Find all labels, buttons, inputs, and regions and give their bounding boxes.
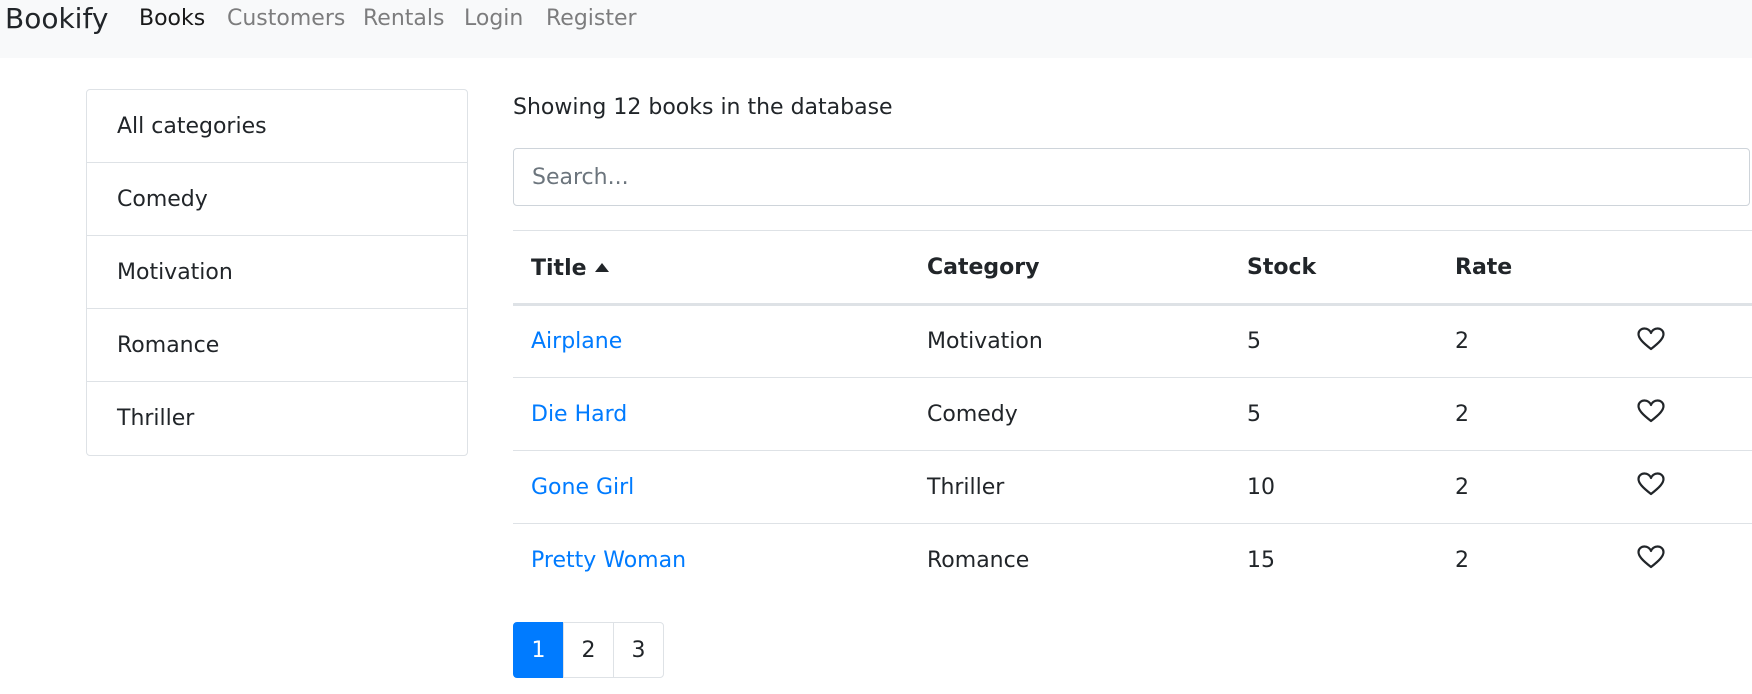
books-table: Title Category Stock Rate Airplane Motiv… bbox=[513, 230, 1752, 597]
column-header-like bbox=[1619, 230, 1752, 306]
category-romance[interactable]: Romance bbox=[87, 309, 467, 382]
book-stock: 10 bbox=[1229, 450, 1437, 524]
heart-icon[interactable] bbox=[1637, 545, 1665, 575]
category-comedy[interactable]: Comedy bbox=[87, 163, 467, 236]
caret-up-icon bbox=[594, 253, 609, 278]
nav-link-books[interactable]: Books bbox=[139, 5, 205, 33]
heart-icon[interactable] bbox=[1637, 472, 1665, 502]
book-rate: 2 bbox=[1437, 450, 1619, 524]
column-header-rate[interactable]: Rate bbox=[1437, 230, 1619, 306]
table-row: Die Hard Comedy 5 2 bbox=[513, 377, 1752, 451]
category-all[interactable]: All categories bbox=[87, 90, 467, 163]
column-header-title[interactable]: Title bbox=[513, 230, 909, 306]
book-stock: 15 bbox=[1247, 547, 1275, 573]
table-row: Gone Girl Thriller 10 2 bbox=[513, 450, 1752, 524]
column-header-category[interactable]: Category bbox=[909, 230, 1229, 306]
heart-icon[interactable] bbox=[1637, 326, 1665, 357]
book-title-link[interactable]: Gone Girl bbox=[531, 475, 634, 500]
page-button-3[interactable]: 3 bbox=[613, 622, 664, 678]
page-button-1[interactable]: 1 bbox=[513, 622, 564, 678]
book-category: Thriller bbox=[909, 450, 1229, 524]
column-header-title-label: Title bbox=[531, 256, 587, 281]
book-title-link[interactable]: Die Hard bbox=[531, 402, 627, 427]
book-category: Romance bbox=[927, 547, 1030, 573]
book-rate: 2 bbox=[1455, 547, 1469, 573]
book-category: Motivation bbox=[909, 304, 1229, 378]
navbar: Bookify Books Customers Rentals Login Re… bbox=[0, 0, 1752, 58]
nav-link-register[interactable]: Register bbox=[546, 5, 637, 33]
nav-link-customers[interactable]: Customers bbox=[227, 5, 345, 33]
heart-icon[interactable] bbox=[1637, 399, 1665, 429]
table-header-row: Title Category Stock Rate bbox=[513, 230, 1752, 306]
table-row: Pretty Woman Romance 15 2 bbox=[513, 524, 1752, 597]
book-title-link[interactable]: Airplane bbox=[531, 329, 622, 354]
category-motivation[interactable]: Motivation bbox=[87, 236, 467, 309]
search-input[interactable] bbox=[513, 148, 1750, 206]
category-list: All categories Comedy Motivation Romance… bbox=[86, 89, 468, 456]
book-rate: 2 bbox=[1437, 377, 1619, 451]
table-row: Airplane Motivation 5 2 bbox=[513, 304, 1752, 378]
books-count-summary: Showing 12 books in the database bbox=[513, 95, 893, 120]
column-header-stock[interactable]: Stock bbox=[1229, 230, 1437, 306]
book-category: Comedy bbox=[909, 377, 1229, 451]
page-button-2[interactable]: 2 bbox=[563, 622, 614, 678]
book-stock: 5 bbox=[1229, 377, 1437, 451]
book-stock: 5 bbox=[1229, 304, 1437, 378]
nav-link-login[interactable]: Login bbox=[464, 5, 523, 33]
book-rate: 2 bbox=[1437, 304, 1619, 378]
book-title-link[interactable]: Pretty Woman bbox=[531, 548, 686, 573]
category-thriller[interactable]: Thriller bbox=[87, 382, 467, 455]
brand-logo[interactable]: Bookify bbox=[5, 0, 108, 38]
pagination: 1 2 3 bbox=[513, 622, 664, 678]
nav-link-rentals[interactable]: Rentals bbox=[363, 5, 444, 33]
